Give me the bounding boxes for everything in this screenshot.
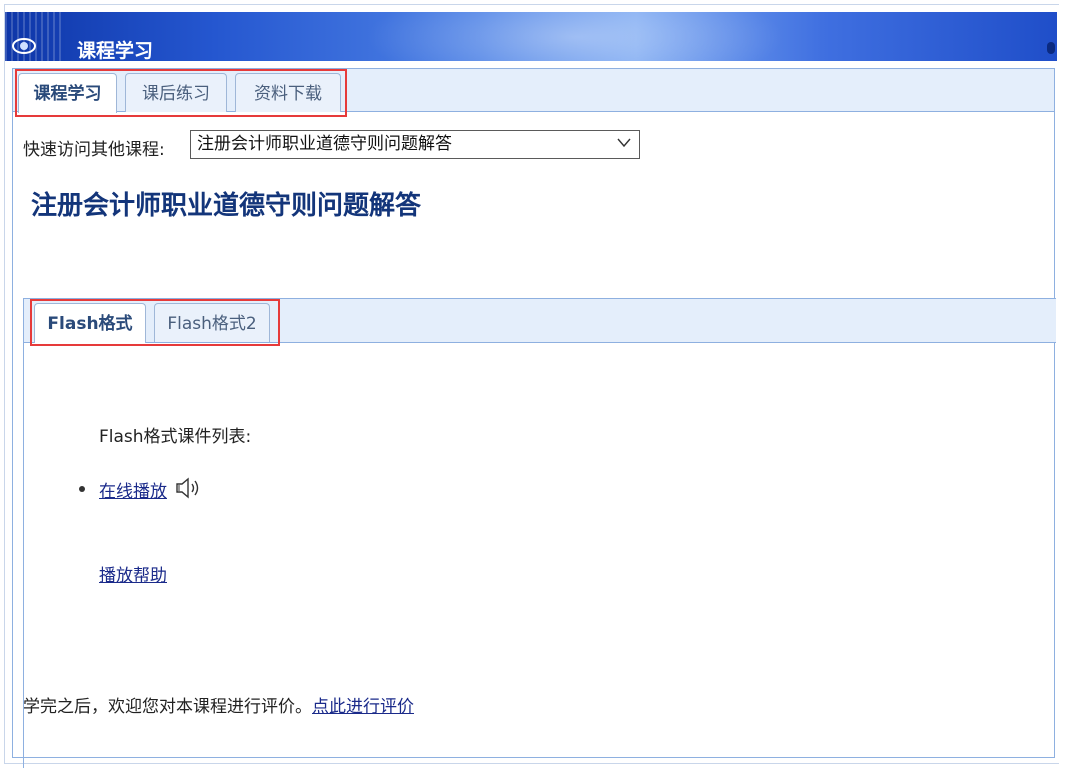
evaluation-row: 学完之后，欢迎您对本课程进行评价。点此进行评价 bbox=[23, 692, 414, 717]
header-bar: 课程学习 bbox=[5, 12, 1057, 61]
globe-logo-icon bbox=[12, 38, 36, 54]
course-select[interactable]: 注册会计师职业道德守则问题解答 bbox=[190, 130, 640, 159]
tab-course-study[interactable]: 课程学习 bbox=[18, 73, 117, 113]
tab-flash-format-2[interactable]: Flash格式2 bbox=[154, 303, 270, 342]
course-panel: 课程学习 课后练习 资料下载 快速访问其他课程: 注册会计师职业道德守则问题解答… bbox=[12, 68, 1056, 768]
bullet-dot bbox=[79, 486, 85, 492]
quick-access-label: 快速访问其他课程: bbox=[23, 140, 165, 160]
speaker-icon[interactable] bbox=[175, 476, 203, 500]
play-online-link[interactable]: 在线播放 bbox=[99, 477, 167, 502]
format-tabstrip: Flash格式 Flash格式2 bbox=[24, 299, 1056, 343]
course-title: 注册会计师职业道德守则问题解答 bbox=[31, 191, 422, 221]
header-corner-decoration bbox=[1047, 42, 1055, 54]
playback-help-link[interactable]: 播放帮助 bbox=[99, 561, 167, 586]
tab-exercises[interactable]: 课后练习 bbox=[125, 73, 227, 112]
header-title: 课程学习 bbox=[77, 40, 154, 61]
evaluate-link[interactable]: 点此进行评价 bbox=[312, 697, 414, 717]
course-select-value: 注册会计师职业道德守则问题解答 bbox=[197, 134, 452, 154]
courseware-list-label: Flash格式课件列表: bbox=[99, 427, 252, 447]
main-tabstrip: 课程学习 课后练习 资料下载 bbox=[13, 69, 1054, 113]
chevron-down-icon bbox=[617, 138, 631, 148]
tab-flash-format[interactable]: Flash格式 bbox=[34, 303, 146, 343]
evaluation-text: 学完之后，欢迎您对本课程进行评价。 bbox=[23, 697, 312, 717]
tab-downloads[interactable]: 资料下载 bbox=[235, 73, 341, 112]
header-swoosh bbox=[365, 12, 785, 61]
